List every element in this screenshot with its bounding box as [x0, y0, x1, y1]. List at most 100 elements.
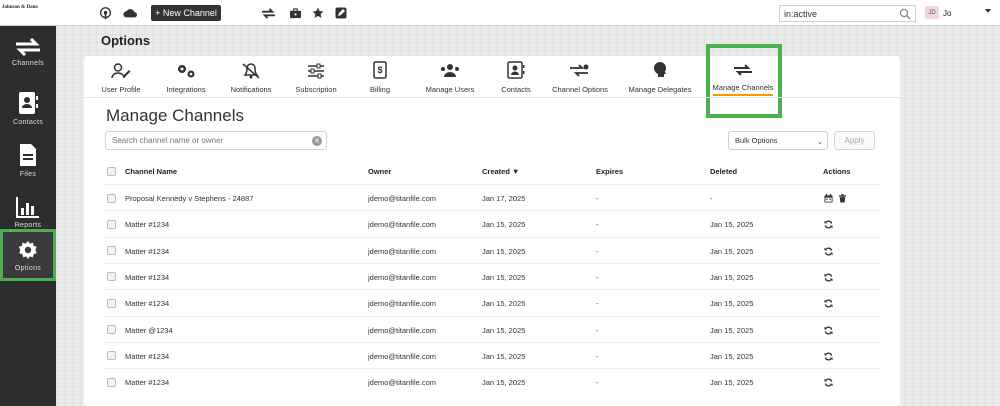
edit-icon[interactable] — [333, 5, 349, 21]
restore-icon[interactable] — [824, 326, 833, 335]
tab-subscription[interactable]: Subscription — [293, 60, 339, 96]
avatar[interactable]: JD — [925, 6, 939, 19]
row-checkbox[interactable] — [107, 246, 116, 256]
row-checkbox[interactable] — [107, 193, 116, 203]
cell-owner: jdemo@titanfile.com — [368, 299, 437, 309]
cogs-icon — [178, 65, 195, 78]
tab-contacts[interactable]: Contacts — [499, 60, 533, 96]
column-header-owner[interactable]: Owner — [368, 167, 391, 176]
cell-name[interactable]: Matter #1234 — [125, 378, 169, 387]
divider — [84, 97, 900, 98]
cell-expires: - — [596, 378, 599, 388]
apply-button[interactable]: Apply — [834, 131, 875, 150]
channel-search-input[interactable] — [105, 131, 327, 150]
tab-label: Channel Options — [552, 85, 608, 94]
user-edit-icon — [111, 63, 131, 79]
global-search-value: in:active — [784, 8, 818, 19]
search-icon[interactable] — [899, 8, 911, 20]
column-header-actions: Actions — [823, 167, 851, 176]
cell-name[interactable]: Proposal Kennedy v Stephens - 24887 — [125, 194, 253, 203]
tab-manage-delegates[interactable]: Manage Delegates — [628, 60, 692, 96]
cloud-icon[interactable] — [122, 5, 138, 21]
column-header-deleted[interactable]: Deleted — [710, 167, 737, 176]
cell-created: Jan 17, 2025 — [482, 194, 526, 203]
star-icon[interactable] — [310, 5, 326, 21]
arrows-icon[interactable] — [260, 5, 276, 21]
contact-card-icon — [507, 61, 525, 79]
podcast-icon[interactable] — [97, 5, 113, 21]
users-icon — [441, 64, 459, 77]
row-divider — [104, 341, 880, 343]
top-bar: Johnson & Dano + New Channel in:active J… — [0, 0, 1000, 26]
tab-label: Notifications — [230, 85, 272, 94]
tab-integrations[interactable]: Integrations — [163, 60, 209, 96]
tab-user-profile[interactable]: User Profile — [100, 60, 142, 96]
cell-name[interactable]: Matter #1234 — [125, 352, 169, 361]
cell-created: Jan 15, 2025 — [482, 351, 526, 361]
sidebar-item-files[interactable]: Files — [0, 134, 56, 186]
cell-name[interactable]: Matter #1234 — [125, 299, 169, 308]
invoice-icon: $ — [373, 61, 387, 79]
trash-icon[interactable] — [838, 194, 847, 203]
page-title: Options — [101, 33, 151, 48]
chevron-down-icon[interactable] — [985, 9, 991, 13]
cell-name[interactable]: Matter @1234 — [125, 326, 173, 335]
bar-chart-icon — [16, 196, 39, 218]
row-checkbox[interactable] — [107, 219, 116, 229]
tab-label: Manage Users — [425, 85, 475, 94]
cell-deleted: Jan 15, 2025 — [710, 378, 754, 388]
cell-name[interactable]: Matter #1234 — [125, 273, 169, 282]
cell-expires: - — [596, 299, 599, 309]
tab-notifications[interactable]: Notifications — [229, 60, 273, 96]
chevron-down-icon: ⌄ — [817, 139, 823, 146]
cell-expires: - — [596, 194, 599, 203]
bell-slash-icon — [242, 63, 260, 79]
row-divider — [104, 184, 880, 185]
tab-channel-options[interactable]: Channel Options — [551, 60, 609, 96]
tab-label: Contacts — [501, 85, 531, 94]
row-checkbox[interactable] — [107, 325, 116, 334]
sidebar-item-channels[interactable]: Channels — [0, 26, 56, 78]
cell-name[interactable]: Matter #1234 — [125, 247, 169, 256]
cell-deleted: Jan 15, 2025 — [710, 299, 754, 309]
sidebar-item-options[interactable]: Options — [0, 229, 56, 281]
company-logo[interactable]: Johnson & Dano — [2, 5, 52, 11]
tab-manage-users[interactable]: Manage Users — [425, 60, 475, 96]
user-name[interactable]: Jo — [943, 9, 951, 18]
bulk-options-select[interactable]: Bulk Options ⌄ — [728, 131, 828, 150]
restore-icon[interactable] — [824, 352, 833, 361]
sidebar-item-contacts[interactable]: Contacts — [0, 82, 56, 134]
tab-billing[interactable]: $ Billing — [365, 60, 395, 96]
cell-deleted: Jan 15, 2025 — [710, 272, 754, 282]
section-title: Manage Channels — [106, 106, 244, 125]
restore-icon[interactable] — [824, 247, 833, 256]
new-channel-button[interactable]: + New Channel — [151, 5, 221, 21]
column-header-created[interactable]: Created ▼ — [482, 167, 519, 176]
head-icon — [654, 62, 666, 77]
cell-owner: jdemo@titanfile.com — [368, 272, 437, 282]
column-header-channel-name[interactable]: Channel Name — [125, 167, 177, 176]
restore-icon[interactable] — [824, 299, 833, 308]
briefcase-icon[interactable] — [287, 5, 303, 21]
row-checkbox[interactable] — [107, 377, 116, 387]
sidebar-item-label: Options — [14, 264, 42, 272]
calendar-icon[interactable] — [824, 194, 833, 203]
restore-icon[interactable] — [824, 273, 833, 282]
global-search-input[interactable]: in:active — [779, 5, 916, 22]
cell-owner: jdemo@titanfile.com — [368, 351, 437, 361]
row-checkbox[interactable] — [107, 351, 116, 361]
sidebar-item-label: Reports — [14, 221, 42, 229]
row-checkbox[interactable] — [107, 298, 116, 308]
row-checkbox[interactable] — [107, 272, 116, 282]
restore-icon[interactable] — [824, 220, 833, 229]
cell-expires: - — [596, 220, 599, 230]
cell-name[interactable]: Matter #1234 — [125, 220, 169, 229]
column-header-expires[interactable]: Expires — [596, 167, 623, 176]
clear-icon[interactable]: ✕ — [312, 136, 322, 146]
select-all-checkbox[interactable] — [107, 167, 116, 176]
restore-icon[interactable] — [824, 378, 833, 387]
cell-created: Jan 15, 2025 — [482, 325, 526, 335]
cell-deleted: Jan 15, 2025 — [710, 246, 754, 256]
tab-label: User Profile — [101, 85, 141, 94]
cell-created: Jan 15, 2025 — [482, 299, 526, 309]
